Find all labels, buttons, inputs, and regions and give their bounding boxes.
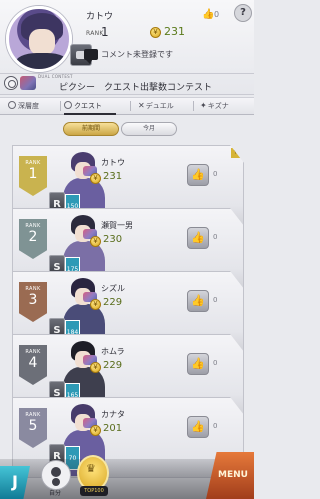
rank-tag: RANK 5 — [19, 408, 47, 448]
like-count: 0 — [213, 359, 218, 367]
like-count: 0 — [213, 422, 218, 430]
tab-depth[interactable]: 深層度 — [8, 97, 60, 115]
tab-label: 深層度 — [18, 102, 39, 110]
coin-icon: ¥ — [90, 299, 101, 310]
eye-icon — [8, 101, 16, 109]
rank-tag: RANK 4 — [19, 345, 47, 385]
target-icon — [64, 101, 72, 109]
coin-icon: ¥ — [90, 173, 101, 184]
coin-icon: ¥ — [150, 27, 161, 38]
self-rank-label: 自分 — [49, 490, 62, 497]
rank-number: 4 — [28, 355, 38, 371]
rank-tag: RANK 2 — [19, 219, 47, 259]
crown-icon: ♛ — [86, 462, 96, 475]
event-title: ピクシー クエスト出撃数コンテスト — [59, 83, 213, 93]
like-count: 0 — [213, 296, 218, 304]
rank-number: 3 — [28, 292, 38, 308]
tab-divider — [60, 101, 61, 111]
coin-icon: ¥ — [90, 236, 101, 247]
top-flag: TOP — [231, 148, 244, 158]
tab-divider — [193, 101, 194, 111]
tab-kizuna[interactable]: ✦キズナ — [200, 97, 248, 115]
player-points: 229 — [103, 360, 123, 371]
speech-bubble-icon — [84, 49, 98, 64]
player-points: 231 — [164, 25, 185, 38]
coin-icon: ¥ — [90, 425, 101, 436]
player-avatar[interactable] — [6, 6, 72, 72]
help-button[interactable]: ? — [234, 4, 252, 22]
player-name: カトウ — [86, 12, 114, 22]
top100-label: TOP100 — [80, 486, 108, 496]
profile-comment: コメント未登録です — [101, 50, 173, 59]
this-month-button[interactable]: 今月 — [121, 122, 177, 136]
tab-label: クエスト — [74, 102, 102, 110]
player-name: カトウ — [101, 158, 125, 167]
rank-number: 5 — [28, 418, 38, 434]
player-name: シズル — [101, 284, 125, 293]
active-tab-indicator — [64, 113, 116, 115]
star-icon: ✦ — [200, 101, 207, 110]
previous-period-button[interactable]: 前期間 — [63, 122, 119, 136]
tab-divider — [130, 101, 131, 111]
event-category-label: DUAL CONTEST — [38, 74, 73, 79]
like-count: 0 — [213, 170, 218, 178]
self-rank-button[interactable] — [41, 460, 71, 490]
tab-label: キズナ — [207, 102, 229, 110]
event-target-icon — [4, 76, 18, 90]
thumbs-up-icon: 👍 — [202, 9, 215, 20]
like-button[interactable]: 👍 — [187, 164, 209, 186]
player-points: 201 — [103, 423, 123, 434]
avatar-face — [29, 29, 55, 55]
player-points: 231 — [103, 171, 123, 182]
rank-tag: RANK 1 — [19, 156, 47, 196]
rank-value: 1 — [101, 25, 109, 39]
like-button[interactable]: 👍 — [187, 227, 209, 249]
like-button[interactable]: 👍 — [187, 353, 209, 375]
player-points: 230 — [103, 234, 123, 245]
rank-number: 2 — [28, 229, 38, 245]
tab-duel[interactable]: ✕デュエル — [138, 97, 188, 115]
crossed-swords-icon: ✕ — [138, 101, 145, 110]
player-name: カナタ — [101, 410, 125, 419]
event-character-icon — [20, 76, 36, 90]
like-button[interactable]: 👍 — [187, 416, 209, 438]
rank-number: 1 — [28, 166, 38, 182]
player-points: 229 — [103, 297, 123, 308]
rank-tag: RANK 3 — [19, 282, 47, 322]
tab-label: デュエル — [145, 102, 174, 110]
player-likes-count: 0 — [214, 10, 220, 19]
player-name: 瀬賀一男 — [101, 221, 133, 230]
like-count: 0 — [213, 233, 218, 241]
player-name: ホムラ — [101, 347, 125, 356]
coin-icon: ¥ — [90, 362, 101, 373]
like-button[interactable]: 👍 — [187, 290, 209, 312]
